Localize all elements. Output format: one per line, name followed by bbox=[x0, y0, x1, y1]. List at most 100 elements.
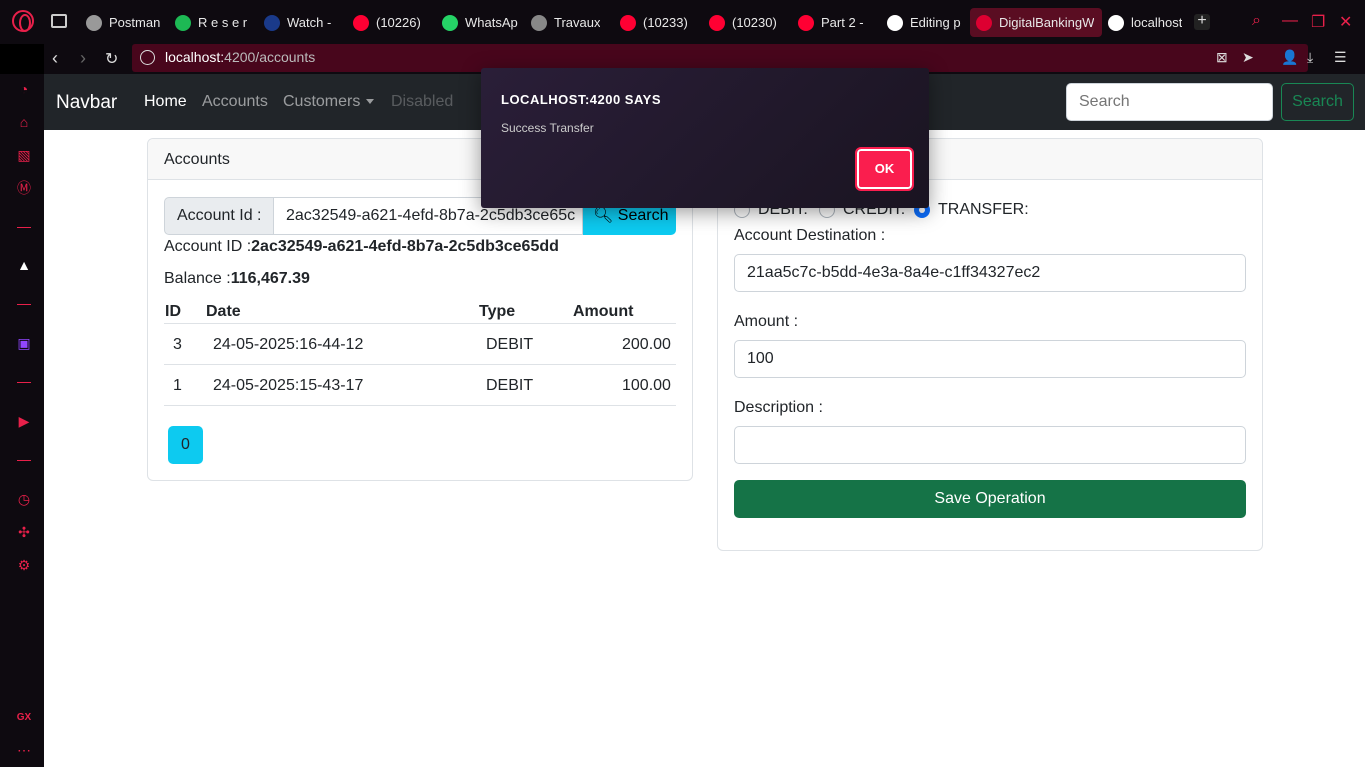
row-date: 24-05-2025:15-43-17 bbox=[213, 377, 364, 394]
opera-logo-icon[interactable] bbox=[12, 10, 34, 32]
browser-tab-label: (10226) bbox=[376, 15, 421, 30]
gx-control-icon[interactable]: ⌂ bbox=[16, 114, 32, 130]
save-operation-button[interactable]: Save Operation bbox=[734, 480, 1246, 518]
row-id: 1 bbox=[173, 377, 182, 394]
download-icon[interactable]: ⤓ bbox=[1307, 49, 1313, 66]
reload-button[interactable]: ↻ bbox=[105, 49, 118, 69]
browser-tab-label: (10233) bbox=[643, 15, 688, 30]
tab-island-icon[interactable] bbox=[51, 14, 67, 28]
history-icon[interactable]: ◷ bbox=[16, 491, 32, 507]
more-icon[interactable]: ⋯ bbox=[16, 742, 32, 758]
close-window-button[interactable]: ✕ bbox=[1339, 12, 1352, 32]
globe-icon bbox=[140, 50, 155, 65]
aria-icon[interactable]: ▲ bbox=[16, 257, 32, 273]
new-tab-button[interactable]: + bbox=[1194, 13, 1210, 30]
amount-input[interactable]: 100 bbox=[734, 340, 1246, 378]
nav-customers[interactable]: Customers bbox=[283, 93, 375, 111]
profile-icon[interactable]: 👤 bbox=[1281, 49, 1298, 66]
description-label: Description : bbox=[734, 399, 823, 416]
speed-dial-icon[interactable]: ◔ bbox=[16, 81, 32, 97]
browser-tab[interactable]: (10230) bbox=[703, 8, 792, 37]
navbar-brand[interactable]: Navbar bbox=[56, 92, 117, 114]
nav-accounts[interactable]: Accounts bbox=[202, 93, 268, 111]
globe-icon bbox=[1108, 14, 1124, 31]
url-path: 4200/accounts bbox=[224, 49, 316, 65]
row-type: DEBIT bbox=[486, 336, 534, 353]
navbar-search-button[interactable]: Search bbox=[1281, 83, 1354, 121]
row-date: 24-05-2025:16-44-12 bbox=[213, 336, 364, 353]
browser-tab[interactable]: Editing p bbox=[881, 8, 970, 37]
youtube-icon bbox=[798, 14, 814, 31]
col-type: Type bbox=[479, 303, 516, 320]
browser-tab-label: Editing p bbox=[910, 15, 961, 30]
browser-tab[interactable]: Postman bbox=[80, 8, 169, 37]
col-id: ID bbox=[165, 303, 181, 320]
destination-input[interactable]: 21aa5c7c-b5dd-4e3a-8a4e-c1ff34327ec2 bbox=[734, 254, 1246, 292]
maximize-button[interactable]: ❐ bbox=[1311, 12, 1325, 32]
radio-transfer-label: TRANSFER: bbox=[938, 201, 1029, 218]
browser-tab-label: (10230) bbox=[732, 15, 777, 30]
browser-tab-label: Travaux bbox=[554, 15, 601, 30]
row-amount: 200.00 bbox=[622, 336, 671, 353]
browser-tab[interactable]: Watch - bbox=[258, 8, 347, 37]
github-icon bbox=[887, 14, 903, 31]
description-input[interactable] bbox=[734, 426, 1246, 464]
account-id-line: Account ID :2ac32549-a621-4efd-8b7a-2c5d… bbox=[164, 238, 559, 255]
dialog-title: LOCALHOST:4200 SAYS bbox=[501, 92, 662, 107]
browser-tab[interactable]: Travaux bbox=[525, 8, 614, 37]
twitch-icon[interactable]: ▣ bbox=[16, 335, 32, 351]
browser-tab-label: DigitalBankingW bbox=[999, 15, 1095, 30]
dialog-ok-button[interactable]: OK bbox=[855, 147, 914, 191]
youtube-icon bbox=[620, 14, 636, 31]
alert-dialog: LOCALHOST:4200 SAYS Success Transfer OK bbox=[481, 68, 929, 208]
row-amount: 100.00 bbox=[622, 377, 671, 394]
browser-tab[interactable]: WhatsAp bbox=[436, 8, 525, 37]
browser-tab-label: WhatsAp bbox=[465, 15, 518, 30]
whatsapp-icon bbox=[442, 14, 458, 31]
account-search-label: Search bbox=[617, 207, 669, 224]
classroom-icon bbox=[531, 14, 547, 31]
minimize-button[interactable]: — bbox=[1282, 12, 1298, 30]
youtube-icon bbox=[353, 14, 369, 31]
settings-icon[interactable]: ⚙ bbox=[16, 557, 32, 573]
back-button[interactable]: ‹ bbox=[52, 48, 58, 69]
row-type: DEBIT bbox=[486, 377, 534, 394]
nav-customers-label: Customers bbox=[283, 93, 361, 110]
col-amount: Amount bbox=[573, 303, 634, 320]
pagination-page-button[interactable]: 0 bbox=[168, 426, 203, 464]
browser-tab[interactable]: DigitalBankingW bbox=[970, 8, 1102, 37]
amount-label: Amount : bbox=[734, 313, 799, 330]
spotify-icon bbox=[175, 14, 191, 31]
col-date: Date bbox=[206, 303, 241, 320]
forward-button[interactable]: › bbox=[80, 48, 86, 69]
browser-tab[interactable]: Part 2 - bbox=[792, 8, 881, 37]
browser-tab[interactable]: R e s e r bbox=[169, 8, 258, 37]
browser-tab[interactable]: (10226) bbox=[347, 8, 436, 37]
youtube-icon bbox=[709, 14, 725, 31]
postman-icon bbox=[86, 14, 102, 31]
cleaner-icon[interactable]: ▧ bbox=[16, 147, 32, 163]
messenger-icon[interactable]: Ⓜ bbox=[16, 180, 32, 196]
navbar-search-input[interactable] bbox=[1066, 83, 1273, 121]
destination-label: Account Destination : bbox=[734, 227, 886, 244]
disney-icon bbox=[264, 14, 280, 31]
account-id-value: 2ac32549-a621-4efd-8b7a-2c5db3ce65dd bbox=[251, 238, 559, 255]
url-host: localhost: bbox=[165, 49, 225, 65]
angular-icon bbox=[976, 14, 992, 31]
browser-tab[interactable]: localhost bbox=[1102, 8, 1191, 37]
search-tabs-icon[interactable]: ⌕ bbox=[1252, 12, 1261, 30]
browser-tab-label: Postman bbox=[109, 15, 161, 30]
gx-label[interactable]: GX bbox=[16, 710, 32, 726]
browser-tab[interactable]: (10233) bbox=[614, 8, 703, 37]
balance-value: 116,467.39 bbox=[230, 270, 310, 287]
menu-icon[interactable]: ☰ bbox=[1334, 49, 1347, 66]
extensions-icon[interactable]: ✣ bbox=[16, 524, 32, 540]
search-icon: 🔍︎ bbox=[593, 207, 614, 224]
send-icon[interactable]: ➤ bbox=[1242, 49, 1254, 66]
dialog-message: Success Transfer bbox=[501, 121, 594, 135]
nav-home[interactable]: Home bbox=[144, 93, 187, 111]
browser-tab-label: Part 2 - bbox=[821, 15, 864, 30]
block-icon[interactable]: ⊠ bbox=[1216, 49, 1228, 66]
browser-tab-label: Watch - bbox=[287, 15, 332, 30]
player-icon[interactable]: ▶ bbox=[16, 413, 32, 429]
